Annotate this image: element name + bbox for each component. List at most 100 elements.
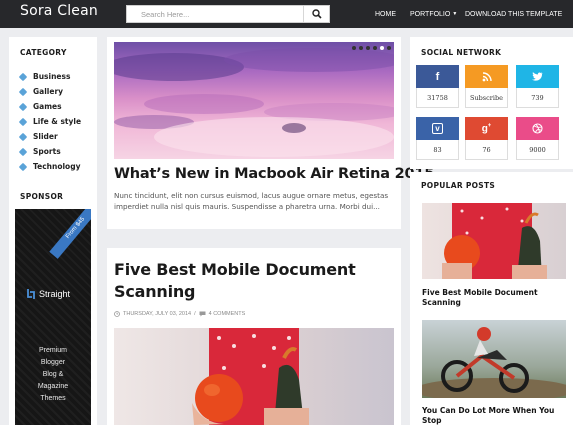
category-item-slider[interactable]: Slider <box>18 129 81 144</box>
straight-logo-icon <box>27 289 35 299</box>
clock-icon <box>114 311 120 317</box>
category-label: Slider <box>33 132 58 141</box>
post-title-line: Scanning <box>114 282 196 301</box>
featured-post-title[interactable]: What’s New in Macbook Air Retina 2015 <box>114 166 434 182</box>
ad-copy-line: Blogger <box>40 359 66 366</box>
post-title-line: Five Best Mobile Document <box>114 260 356 279</box>
category-item-sports[interactable]: Sports <box>18 144 81 159</box>
rss-subscribe: Subscribe <box>465 88 508 108</box>
rss-tile <box>465 65 508 88</box>
category-title: CATEGORY <box>20 48 67 57</box>
sponsor-ad-banner[interactable]: From $45 Straight Premium Blogger Blog &… <box>15 209 91 425</box>
category-label: Games <box>33 102 62 111</box>
category-item-games[interactable]: Games <box>18 99 81 114</box>
nav-download-template[interactable]: Download This Template <box>465 0 562 28</box>
category-item-business[interactable]: Business <box>18 69 81 84</box>
social-facebook[interactable]: f 31758 <box>416 65 459 108</box>
category-item-gallery[interactable]: Gallery <box>18 84 81 99</box>
social-dribbble[interactable]: 9000 <box>516 117 559 160</box>
post-title[interactable]: Five Best Mobile Document Scanning <box>114 259 356 303</box>
ad-copy-line: Magazine <box>37 383 69 390</box>
category-label: Business <box>33 72 71 81</box>
rss-icon <box>482 71 492 81</box>
category-label: Gallery <box>33 87 64 96</box>
popular-post-title[interactable]: You Can Do Lot More When You Stop <box>422 406 554 425</box>
featured-post-excerpt: Nunc tincidunt, elit non cursus euismod,… <box>114 191 389 211</box>
category-item-technology[interactable]: Technology <box>18 159 81 174</box>
slider-dot[interactable] <box>366 46 370 50</box>
post-meta: THURSDAY, JULY 03, 2014 / 4 COMMENTS <box>114 311 245 317</box>
slider-dot[interactable] <box>352 46 356 50</box>
popular-post-title-line: Scanning <box>422 297 461 307</box>
twitter-tile <box>516 65 559 88</box>
nav-portfolio-label: Portfolio <box>410 10 451 18</box>
fruit-hands-thumbnail <box>442 203 547 279</box>
category-label: Sports <box>33 147 61 156</box>
popular-post-title-line: Five Best Mobile Document <box>422 288 538 297</box>
ad-copy-line: Premium <box>38 347 67 354</box>
ad-brand: Straight <box>26 288 70 300</box>
slider-dot[interactable] <box>387 46 391 50</box>
popular-post-title-line: Stop <box>422 415 442 425</box>
ad-price-ribbon: From $45 <box>49 209 91 259</box>
search-button[interactable] <box>303 6 329 22</box>
post-date: THURSDAY, JULY 03, 2014 <box>123 311 192 317</box>
facebook-icon: f <box>435 70 440 83</box>
social-vimeo[interactable]: v 83 <box>416 117 459 160</box>
fruit-hands-illustration <box>192 328 309 425</box>
category-label: Life & style <box>33 117 82 126</box>
ad-copy-line: Themes <box>40 395 66 402</box>
sunset-clouds-illustration <box>114 48 394 157</box>
sponsor-title: SPONSOR <box>20 192 64 201</box>
ad-brand-name: Straight <box>39 289 71 299</box>
tag-icon <box>18 72 28 81</box>
popular-posts-title: POPULAR POSTS <box>421 181 496 190</box>
google-plus-icon: g+ <box>481 122 492 135</box>
nav-home[interactable]: Home <box>375 0 396 28</box>
meta-separator: / <box>194 311 196 317</box>
category-label: Technology <box>33 162 81 171</box>
nav-home-label: Home <box>375 10 396 18</box>
ad-copy: Premium Blogger Blog & Magazine Themes <box>15 345 91 405</box>
dribbble-icon <box>532 123 543 134</box>
vimeo-icon: v <box>432 123 443 134</box>
search-box <box>126 5 330 23</box>
popular-post-title[interactable]: Five Best Mobile Document Scanning <box>422 288 538 307</box>
search-input[interactable] <box>127 6 303 22</box>
popular-post-image[interactable] <box>422 203 566 279</box>
ad-copy-line: Blog & <box>42 371 64 378</box>
search-icon <box>311 9 322 19</box>
tag-icon <box>18 102 28 111</box>
twitter-count: 739 <box>516 88 559 108</box>
twitter-icon <box>532 72 543 81</box>
tag-icon <box>18 87 28 96</box>
nav-download-label: Download This Template <box>465 10 563 18</box>
site-logo[interactable]: Sora Clean <box>20 3 98 19</box>
popular-post-title-line: You Can Do Lot More When You <box>422 406 555 415</box>
social-rss[interactable]: Subscribe <box>465 65 508 108</box>
vimeo-count: 83 <box>416 140 459 160</box>
motocross-thumbnail <box>422 327 566 398</box>
top-navbar: Sora Clean Home Portfolio▼ Download This… <box>0 0 573 28</box>
popular-post-image[interactable] <box>422 320 566 398</box>
comments-icon <box>199 311 206 317</box>
facebook-count: 31758 <box>416 88 459 108</box>
slider-dot[interactable] <box>373 46 377 50</box>
dribbble-count: 9000 <box>516 140 559 160</box>
google-plus-count: 76 <box>465 140 508 160</box>
nav-portfolio[interactable]: Portfolio ▼ <box>410 0 457 28</box>
slider-dot[interactable] <box>359 46 363 50</box>
slider-dot-active[interactable] <box>380 46 384 50</box>
social-google-plus[interactable]: g+ 76 <box>465 117 508 160</box>
tag-icon <box>18 132 28 141</box>
dribbble-tile <box>516 117 559 140</box>
tag-icon <box>18 162 28 171</box>
category-item-life-style[interactable]: Life & style <box>18 114 82 129</box>
tag-icon <box>18 117 28 126</box>
vimeo-tile: v <box>416 117 459 140</box>
featured-post-image[interactable] <box>114 42 394 159</box>
social-twitter[interactable]: 739 <box>516 65 559 108</box>
post-comments-link[interactable]: 4 COMMENTS <box>209 311 246 317</box>
caret-down-icon: ▼ <box>452 11 458 17</box>
post-image[interactable] <box>114 328 394 425</box>
